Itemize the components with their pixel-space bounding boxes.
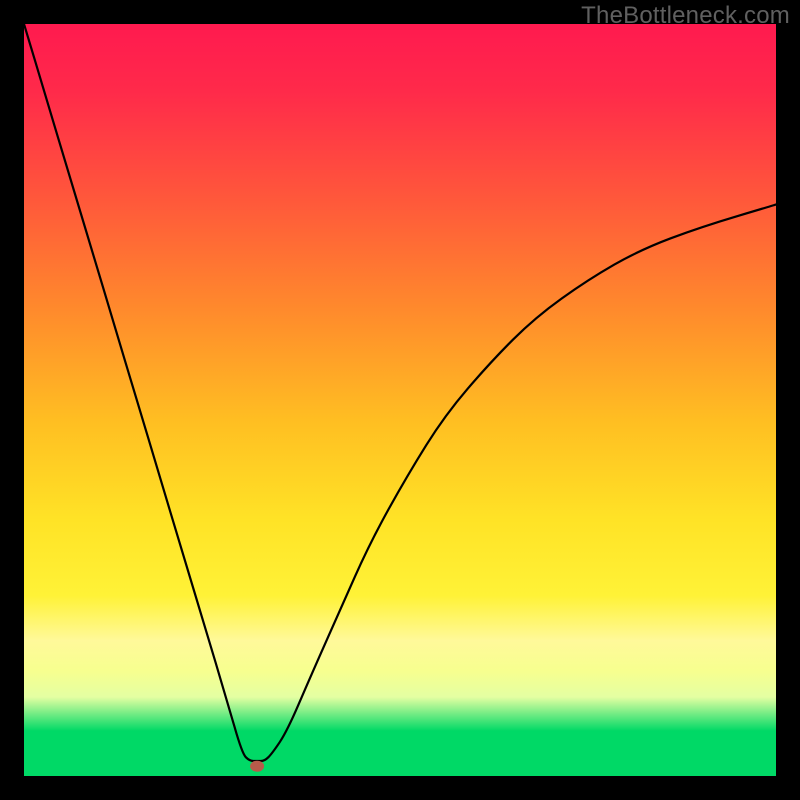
chart-root: TheBottleneck.com <box>0 0 800 800</box>
plot-area <box>24 24 776 776</box>
plot-gradient <box>24 24 776 776</box>
watermark-text: TheBottleneck.com <box>581 2 790 30</box>
